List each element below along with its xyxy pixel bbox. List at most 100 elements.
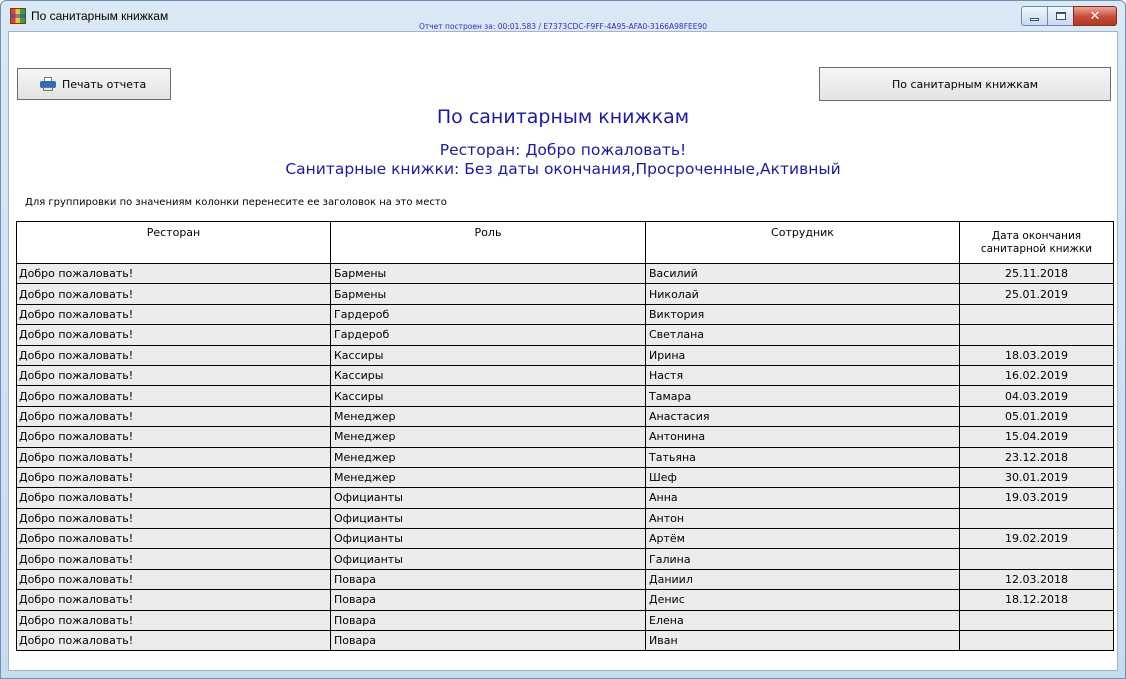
cell-expiry-date[interactable]: 30.01.2019: [959, 466, 1114, 489]
cell-role[interactable]: Бармены: [330, 262, 646, 285]
table-row[interactable]: Добро пожаловать! Кассиры Тамара 04.03.2019: [16, 385, 1114, 407]
cell-role[interactable]: Менеджер: [330, 466, 646, 489]
cell-expiry-date[interactable]: 23.12.2018: [959, 446, 1114, 468]
cell-expiry-date[interactable]: [959, 303, 1114, 326]
table-row[interactable]: Добро пожаловать! Менеджер Анастасия 05.01.…: [16, 405, 1114, 428]
table-row[interactable]: Добро пожаловать! Повара Даниил 12.03.2018: [16, 568, 1114, 591]
cell-expiry-date[interactable]: 04.03.2019: [959, 385, 1114, 407]
cell-expiry-date[interactable]: 12.03.2018: [959, 568, 1114, 591]
cell-role[interactable]: Менеджер: [330, 446, 646, 468]
cell-expiry-date[interactable]: [959, 609, 1114, 632]
cell-restaurant[interactable]: Добро пожаловать!: [16, 507, 331, 530]
table-row[interactable]: Добро пожаловать! Менеджер Татьяна 23.12.20…: [16, 446, 1114, 468]
cell-role[interactable]: Менеджер: [330, 426, 646, 448]
cell-restaurant[interactable]: Добро пожаловать!: [16, 487, 331, 509]
column-header-employee[interactable]: Сотрудник: [645, 221, 960, 264]
table-row[interactable]: Добро пожаловать! Официанты Галина: [16, 548, 1114, 570]
cell-employee[interactable]: Настя: [645, 364, 960, 387]
cell-expiry-date[interactable]: 15.04.2019: [959, 426, 1114, 448]
cell-role[interactable]: Гардероб: [330, 303, 646, 326]
cell-role[interactable]: Официанты: [330, 548, 646, 570]
table-row[interactable]: Добро пожаловать! Повара Елена: [16, 609, 1114, 632]
cell-role[interactable]: Гардероб: [330, 324, 646, 346]
table-row[interactable]: Добро пожаловать! Повара Денис 18.12.2018: [16, 589, 1114, 611]
cell-restaurant[interactable]: Добро пожаловать!: [16, 609, 331, 632]
cell-restaurant[interactable]: Добро пожаловать!: [16, 528, 331, 550]
cell-employee[interactable]: Шеф: [645, 466, 960, 489]
cell-employee[interactable]: Татьяна: [645, 446, 960, 468]
cell-role[interactable]: Официанты: [330, 507, 646, 530]
column-header-role[interactable]: Роль: [330, 221, 646, 264]
cell-role[interactable]: Повара: [330, 568, 646, 591]
cell-expiry-date[interactable]: 19.02.2019: [959, 528, 1114, 550]
table-row[interactable]: Добро пожаловать! Официанты Антон: [16, 507, 1114, 530]
cell-role[interactable]: Кассиры: [330, 385, 646, 407]
cell-role[interactable]: Повара: [330, 630, 646, 652]
group-by-hint[interactable]: Для группировки по значениям колонки пер…: [25, 197, 447, 208]
cell-expiry-date[interactable]: 25.11.2018: [959, 262, 1114, 285]
cell-restaurant[interactable]: Добро пожаловать!: [16, 446, 331, 468]
table-row[interactable]: Добро пожаловать! Гардероб Виктория: [16, 303, 1114, 326]
cell-expiry-date[interactable]: [959, 507, 1114, 530]
column-header-restaurant[interactable]: Ресторан: [16, 221, 331, 264]
print-report-button[interactable]: Печать отчета: [17, 68, 171, 100]
cell-expiry-date[interactable]: 05.01.2019: [959, 405, 1114, 428]
table-row[interactable]: Добро пожаловать! Бармены Николай 25.01.201…: [16, 283, 1114, 305]
table-row[interactable]: Добро пожаловать! Официанты Артём 19.02.201…: [16, 528, 1114, 550]
cell-restaurant[interactable]: Добро пожаловать!: [16, 283, 331, 305]
cell-expiry-date[interactable]: 19.03.2019: [959, 487, 1114, 509]
cell-role[interactable]: Официанты: [330, 487, 646, 509]
cell-employee[interactable]: Василий: [645, 262, 960, 285]
cell-expiry-date[interactable]: 18.03.2019: [959, 344, 1114, 366]
report-select-button[interactable]: По санитарным книжкам: [819, 67, 1111, 101]
table-row[interactable]: Добро пожаловать! Кассиры Ирина 18.03.2019: [16, 344, 1114, 366]
cell-restaurant[interactable]: Добро пожаловать!: [16, 262, 331, 285]
cell-restaurant[interactable]: Добро пожаловать!: [16, 405, 331, 428]
cell-role[interactable]: Официанты: [330, 528, 646, 550]
table-row[interactable]: Добро пожаловать! Менеджер Антонина 15.04.2…: [16, 426, 1114, 448]
cell-expiry-date[interactable]: 16.02.2019: [959, 364, 1114, 387]
cell-restaurant[interactable]: Добро пожаловать!: [16, 385, 331, 407]
cell-role[interactable]: Менеджер: [330, 405, 646, 428]
cell-employee[interactable]: Антонина: [645, 426, 960, 448]
cell-expiry-date[interactable]: [959, 548, 1114, 570]
table-row[interactable]: Добро пожаловать! Официанты Анна 19.03.2019: [16, 487, 1114, 509]
cell-restaurant[interactable]: Добро пожаловать!: [16, 364, 331, 387]
cell-expiry-date[interactable]: 25.01.2019: [959, 283, 1114, 305]
cell-employee[interactable]: Иван: [645, 630, 960, 652]
cell-employee[interactable]: Денис: [645, 589, 960, 611]
cell-restaurant[interactable]: Добро пожаловать!: [16, 630, 331, 652]
cell-role[interactable]: Кассиры: [330, 344, 646, 366]
cell-employee[interactable]: Артём: [645, 528, 960, 550]
cell-employee[interactable]: Антон: [645, 507, 960, 530]
cell-restaurant[interactable]: Добро пожаловать!: [16, 303, 331, 326]
table-row[interactable]: Добро пожаловать! Кассиры Настя 16.02.2019: [16, 364, 1114, 387]
cell-expiry-date[interactable]: [959, 630, 1114, 652]
table-row[interactable]: Добро пожаловать! Менеджер Шеф 30.01.2019: [16, 466, 1114, 489]
cell-role[interactable]: Кассиры: [330, 364, 646, 387]
table-row[interactable]: Добро пожаловать! Гардероб Светлана: [16, 324, 1114, 346]
cell-restaurant[interactable]: Добро пожаловать!: [16, 426, 331, 448]
cell-role[interactable]: Бармены: [330, 283, 646, 305]
cell-role[interactable]: Повара: [330, 589, 646, 611]
cell-employee[interactable]: Анастасия: [645, 405, 960, 428]
cell-employee[interactable]: Ирина: [645, 344, 960, 366]
table-row[interactable]: Добро пожаловать! Повара Иван: [16, 630, 1114, 652]
cell-restaurant[interactable]: Добро пожаловать!: [16, 589, 331, 611]
cell-restaurant[interactable]: Добро пожаловать!: [16, 324, 331, 346]
cell-expiry-date[interactable]: [959, 324, 1114, 346]
cell-restaurant[interactable]: Добро пожаловать!: [16, 344, 331, 366]
cell-employee[interactable]: Светлана: [645, 324, 960, 346]
cell-employee[interactable]: Елена: [645, 609, 960, 632]
cell-expiry-date[interactable]: 18.12.2018: [959, 589, 1114, 611]
cell-restaurant[interactable]: Добро пожаловать!: [16, 466, 331, 489]
cell-employee[interactable]: Николай: [645, 283, 960, 305]
cell-employee[interactable]: Галина: [645, 548, 960, 570]
cell-restaurant[interactable]: Добро пожаловать!: [16, 548, 331, 570]
cell-employee[interactable]: Анна: [645, 487, 960, 509]
cell-restaurant[interactable]: Добро пожаловать!: [16, 568, 331, 591]
cell-employee[interactable]: Даниил: [645, 568, 960, 591]
cell-employee[interactable]: Виктория: [645, 303, 960, 326]
table-row[interactable]: Добро пожаловать! Бармены Василий 25.11.201…: [16, 262, 1114, 285]
cell-role[interactable]: Повара: [330, 609, 646, 632]
